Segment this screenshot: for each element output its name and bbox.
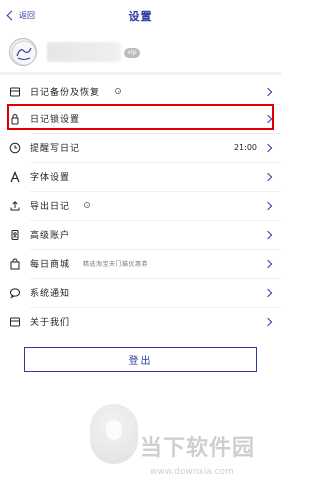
shop-icon	[9, 258, 21, 270]
settings-item-reminder[interactable]: 提醒写日记 21:00	[0, 133, 281, 162]
highlight-box	[7, 104, 274, 130]
settings-item-label: 提醒写日记	[30, 144, 81, 154]
watermark-logo-icon	[90, 404, 138, 464]
chevron-right-icon	[263, 172, 273, 181]
chevron-right-icon	[263, 230, 273, 239]
settings-item-export[interactable]: 导出日记	[0, 191, 281, 220]
blurred-username	[47, 42, 121, 62]
profile-header[interactable]: vip	[0, 32, 281, 72]
chevron-right-icon	[263, 87, 273, 96]
export-icon	[9, 200, 21, 212]
section-divider	[0, 72, 281, 75]
settings-item-about[interactable]: 关于我们	[0, 307, 281, 336]
settings-item-label: 字体设置	[30, 173, 71, 183]
chevron-right-icon	[263, 259, 273, 268]
top-bar: 返回 设置	[0, 0, 281, 32]
backup-icon	[9, 86, 21, 98]
chevron-right-icon	[263, 143, 273, 152]
chevron-right-icon	[263, 201, 273, 210]
settings-item-premium-account[interactable]: 高级账户	[0, 220, 281, 249]
message-icon	[9, 287, 21, 299]
settings-item-label: 日记备份及恢复	[30, 88, 101, 98]
settings-item-label: 导出日记	[30, 202, 71, 212]
reminder-time: 21:00	[233, 143, 257, 152]
settings-item-label: 高级账户	[30, 231, 71, 241]
settings-item-daily-shop[interactable]: 每日商城 精选淘宝天门猫优惠券	[0, 249, 281, 278]
settings-item-backup[interactable]: 日记备份及恢复	[0, 77, 281, 106]
settings-item-label: 每日商城	[30, 260, 71, 270]
font-icon	[9, 170, 21, 183]
about-icon	[9, 316, 21, 328]
settings-item-label: 关于我们	[30, 318, 71, 328]
settings-item-font[interactable]: 字体设置	[0, 162, 281, 191]
page-title: 设置	[128, 10, 153, 23]
avatar[interactable]	[9, 38, 37, 66]
account-icon	[9, 229, 21, 241]
vip-badge: vip	[124, 48, 140, 58]
info-dot-icon	[84, 202, 90, 208]
chevron-right-icon	[263, 317, 273, 326]
clock-icon	[9, 142, 21, 154]
watermark-url: www.downxia.com	[150, 467, 234, 477]
settings-item-notifications[interactable]: 系统通知	[0, 278, 281, 307]
watermark-brand: 当下软件园	[140, 436, 256, 461]
shop-hint: 精选淘宝天门猫优惠券	[83, 261, 149, 268]
info-dot-icon	[115, 88, 121, 94]
logout-button[interactable]: 登出	[24, 347, 257, 372]
settings-item-label: 系统通知	[30, 289, 71, 299]
chevron-right-icon	[263, 288, 273, 297]
